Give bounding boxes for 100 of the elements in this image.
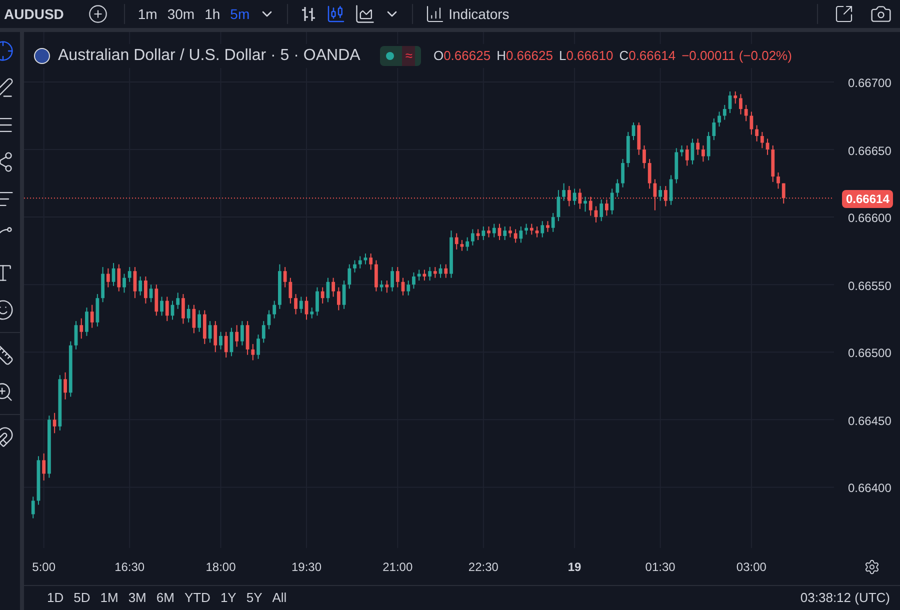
- candlestick: [642, 144, 646, 169]
- range-button[interactable]: 5D: [68, 588, 96, 608]
- candlestick: [320, 286, 324, 304]
- candlestick: [519, 226, 523, 244]
- candlestick: [444, 264, 448, 278]
- candlestick: [572, 188, 576, 206]
- candlestick: [750, 111, 754, 136]
- candlestick: [540, 220, 544, 238]
- range-button[interactable]: YTD: [179, 588, 216, 608]
- ohlc-value: C0.66614: [619, 47, 676, 66]
- range-button[interactable]: 1Y: [215, 588, 242, 608]
- candlestick: [90, 304, 94, 328]
- candlestick: [433, 266, 437, 278]
- candlestick: [508, 226, 512, 238]
- candlestick: [128, 266, 132, 282]
- candlestick: [454, 232, 458, 250]
- symbol-label[interactable]: AUDUSD: [0, 4, 80, 24]
- candlestick: [669, 174, 673, 206]
- candlestick: [600, 198, 604, 222]
- candlestick: [380, 280, 384, 292]
- candlestick: [117, 264, 121, 292]
- candlestick: [262, 320, 266, 344]
- candlestick: [165, 296, 169, 322]
- candlestick: [160, 296, 164, 316]
- candlestick: [283, 266, 287, 288]
- range-button[interactable]: 1D: [42, 588, 69, 608]
- indicators-icon: [424, 4, 445, 24]
- candlestick: [482, 226, 486, 241]
- interval-tab[interactable]: 1m: [132, 4, 162, 24]
- bars-icon[interactable]: [300, 5, 318, 23]
- candlestick: [782, 182, 786, 204]
- candlestick: [154, 284, 158, 316]
- interval-tab[interactable]: 1h: [200, 4, 226, 24]
- candlestick: [616, 178, 620, 198]
- time-label: 16:30: [114, 559, 145, 576]
- candlestick: [664, 185, 668, 207]
- interval-tab[interactable]: 5m: [225, 4, 255, 24]
- range-button[interactable]: 1M: [95, 588, 124, 608]
- area-chart-icon[interactable]: [354, 3, 376, 25]
- candlestick: [680, 144, 684, 157]
- price-label: 0.66650: [848, 142, 892, 160]
- candlestick: [256, 334, 260, 360]
- candlestick: [466, 236, 470, 252]
- candlestick: [358, 256, 362, 269]
- candlestick: [186, 304, 190, 323]
- candlestick: [428, 266, 432, 282]
- candlestick: [364, 253, 368, 265]
- candlestick: [648, 158, 652, 190]
- candlestick: [776, 172, 780, 190]
- candlestick: [144, 276, 148, 304]
- indicators-button[interactable]: Indicators: [420, 4, 514, 24]
- candlestick: [476, 228, 480, 241]
- candlestick: [52, 412, 56, 434]
- candlestick: [438, 264, 442, 278]
- candlestick: [562, 182, 566, 202]
- ohlc-value: H0.66625: [496, 47, 553, 66]
- candlestick: [487, 226, 490, 238]
- range-button[interactable]: 5Y: [241, 588, 268, 608]
- candlestick: [524, 223, 528, 236]
- candlestick: [718, 111, 721, 128]
- candlestick: [64, 372, 67, 400]
- chart-title: Australian Dollar / U.S. Dollar · 5 · OANDA: [58, 46, 360, 66]
- ohlc-value: O0.66625: [433, 47, 491, 66]
- time-label: 21:00: [382, 559, 413, 576]
- add-symbol-icon[interactable]: [88, 4, 108, 24]
- time-label: 18:00: [206, 559, 236, 576]
- candlestick: [551, 212, 555, 232]
- candlestick: [712, 118, 716, 141]
- settings-icon[interactable]: [864, 559, 880, 575]
- candlestick: [658, 185, 662, 202]
- candlestick: [412, 272, 416, 290]
- candlestick: [288, 277, 292, 304]
- candlestick-icon[interactable]: [326, 4, 346, 24]
- range-button[interactable]: All: [267, 588, 292, 608]
- change-value: −0.00011 (−0.02%): [682, 47, 792, 66]
- time-label: 19: [568, 559, 582, 576]
- chart-area[interactable]: Australian Dollar / U.S. Dollar · 5 · OANDA ≈ O0.66625 H0.66625 L0.66610 C0.66614 −0.00011 (−0.02%): [24, 32, 838, 548]
- range-button[interactable]: 3M: [123, 588, 152, 608]
- candlestick: [530, 223, 534, 236]
- interval-tab[interactable]: 30m: [162, 4, 200, 24]
- candlestick: [353, 260, 356, 273]
- candlestick: [546, 220, 550, 232]
- candlestick: [192, 304, 196, 334]
- candlestick: [385, 280, 389, 294]
- candlestick: [224, 331, 228, 358]
- camera-icon[interactable]: [870, 3, 892, 25]
- time-label: 03:00: [736, 559, 766, 576]
- candlestick: [176, 292, 180, 310]
- share-icon[interactable]: [834, 4, 854, 24]
- candlestick: [470, 228, 474, 246]
- candlestick: [632, 122, 636, 141]
- candlestick: [588, 196, 592, 216]
- price-label: 0.66450: [848, 412, 892, 430]
- candlestick: [122, 273, 126, 294]
- range-button[interactable]: 6M: [151, 588, 180, 608]
- candlestick: [584, 196, 587, 212]
- candlestick: [578, 188, 582, 210]
- candlestick: [492, 223, 496, 238]
- candlestick: [106, 268, 110, 288]
- candlestick: [422, 269, 426, 282]
